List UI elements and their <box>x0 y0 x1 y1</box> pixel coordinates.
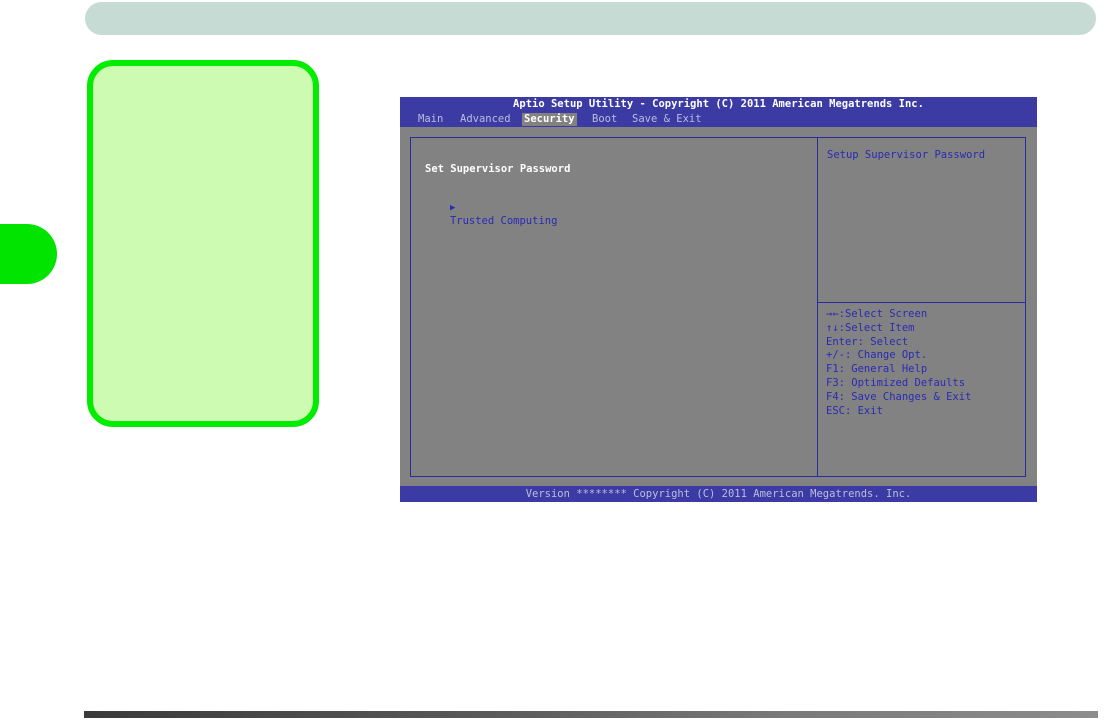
note-sidebar-box <box>87 60 319 427</box>
key-help-general-help: F1: General Help <box>826 363 928 376</box>
tab-advanced[interactable]: Advanced <box>458 113 513 126</box>
bios-menu-bar: Main Advanced Security Boot Save & Exit <box>400 112 1037 127</box>
help-divider <box>817 302 1025 303</box>
bios-version-footer: Version ******** Copyright (C) 2011 Amer… <box>400 486 1037 502</box>
key-help-optimized-defaults: F3: Optimized Defaults <box>826 376 966 389</box>
tab-security[interactable]: Security <box>522 113 577 126</box>
key-help-save-exit: F4: Save Changes & Exit <box>826 390 972 403</box>
footer-rule <box>84 711 1098 718</box>
key-help-enter: Enter: Select <box>826 335 909 348</box>
tab-main[interactable]: Main <box>416 113 445 126</box>
bios-setup-screen: Aptio Setup Utility - Copyright (C) 2011… <box>400 97 1037 502</box>
key-help-select-item: ↑↓:Select Item <box>826 321 915 334</box>
set-supervisor-password-item[interactable]: Set Supervisor Password <box>425 163 570 176</box>
help-description: Setup Supervisor Password <box>827 149 986 161</box>
page-header-bar <box>85 2 1096 35</box>
key-help-select-screen: →←:Select Screen <box>826 308 928 320</box>
bios-help-panel: Setup Supervisor Password →←:Select Scre… <box>817 137 1026 477</box>
bios-main-panel: Set Supervisor Password ▶ Trusted Comput… <box>410 137 818 477</box>
chapter-tab <box>0 224 57 284</box>
tab-save-exit[interactable]: Save & Exit <box>630 113 704 126</box>
key-help-esc-exit: ESC: Exit <box>826 404 883 417</box>
trusted-computing-label: Trusted Computing <box>449 215 558 227</box>
key-help-change-opt: +/-: Change Opt. <box>826 349 928 362</box>
trusted-computing-item[interactable]: ▶ Trusted Computing <box>412 188 557 241</box>
submenu-arrow-icon: ▶ <box>449 203 456 213</box>
bios-title: Aptio Setup Utility - Copyright (C) 2011… <box>400 97 1037 112</box>
tab-boot[interactable]: Boot <box>590 113 619 126</box>
key-help-list: →←:Select Screen ↑↓:Select Item Enter: S… <box>826 308 971 418</box>
